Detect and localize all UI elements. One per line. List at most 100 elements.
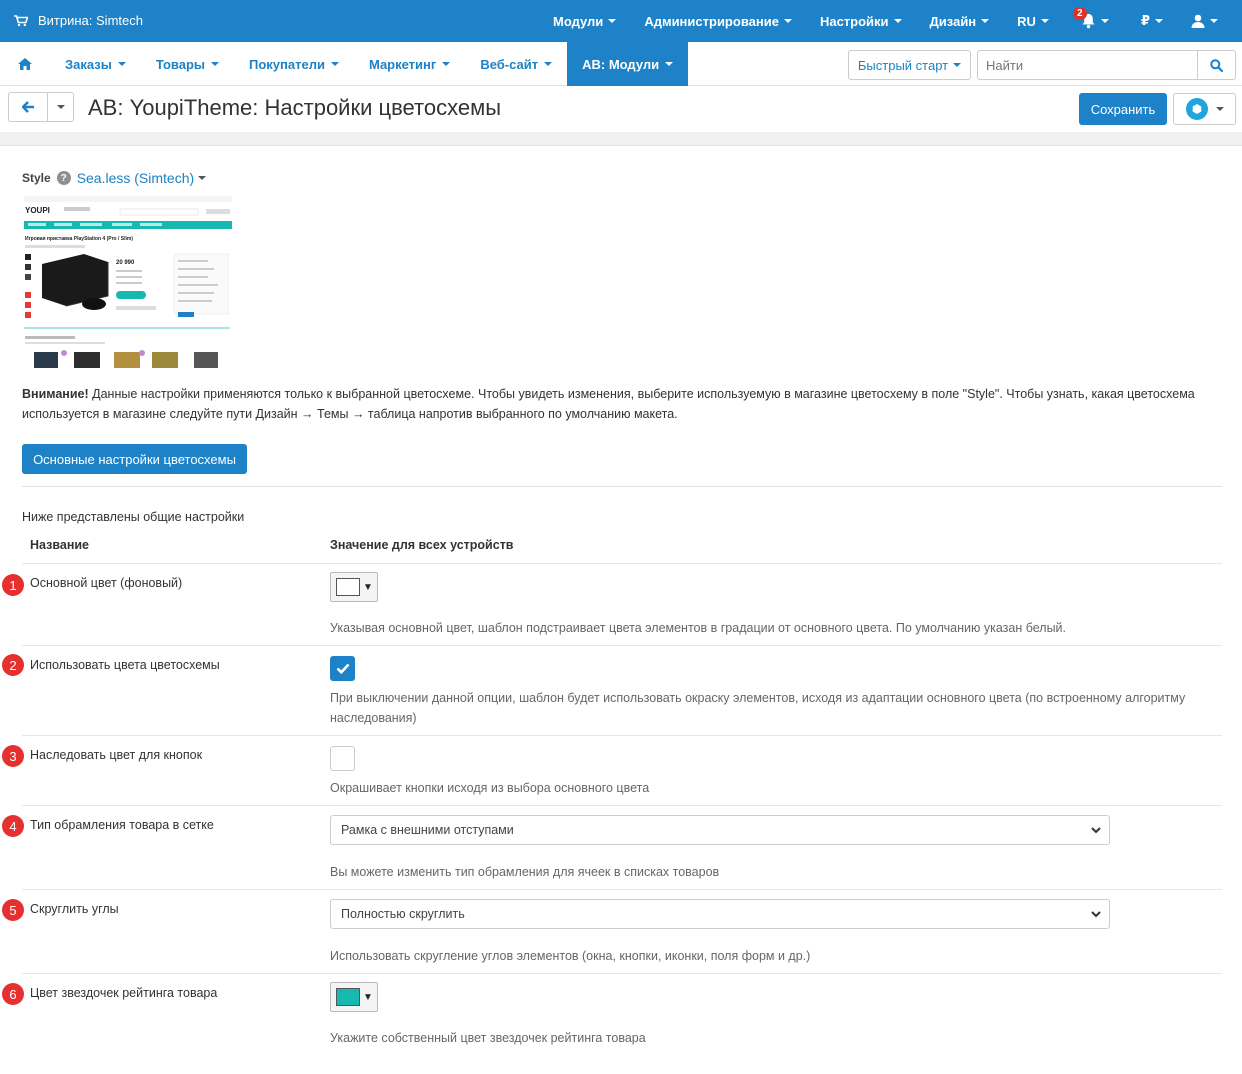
- main-color-picker[interactable]: ▼: [330, 572, 378, 602]
- page-titlebar: АВ: YoupiTheme: Настройки цветосхемы Сох…: [0, 86, 1242, 132]
- rating-star-color-picker[interactable]: ▼: [330, 982, 378, 1012]
- marker-5: 5: [2, 899, 24, 921]
- topbar-menu-design[interactable]: Дизайн: [916, 0, 1004, 42]
- chevron-down-icon: [442, 62, 451, 66]
- storefront-label: Витрина: Simtech: [38, 13, 143, 28]
- nav-orders[interactable]: Заказы: [50, 42, 141, 86]
- setting-help-inherit-button-color: Окрашивает кнопки исходя из выбора основ…: [330, 781, 650, 795]
- search-input[interactable]: [978, 51, 1199, 79]
- content-divider: [0, 132, 1242, 146]
- row-divider: [22, 889, 1222, 890]
- search-button[interactable]: [1197, 51, 1235, 79]
- nav-label: АВ: Модули: [582, 56, 660, 72]
- chevron-down-icon: [893, 19, 902, 23]
- currency-selector[interactable]: ₽: [1127, 0, 1177, 42]
- help-icon[interactable]: ?: [56, 171, 71, 185]
- preview-price: 20 990: [116, 260, 135, 266]
- back-dropdown-button[interactable]: [47, 92, 74, 122]
- inherit-button-color-checkbox[interactable]: [330, 746, 355, 771]
- settings-intro: Ниже представлены общие настройки: [22, 510, 245, 524]
- row-divider: [22, 973, 1222, 974]
- home-icon: [18, 58, 32, 70]
- nav-customers[interactable]: Покупатели: [234, 42, 354, 86]
- setting-help-round-corners: Использовать скругление углов элементов …: [330, 949, 811, 963]
- chevron-down-icon: [544, 62, 553, 66]
- chevron-down-icon: [981, 19, 990, 23]
- topbar-menu-label: Дизайн: [929, 13, 977, 29]
- chevron-down-icon: [198, 176, 207, 180]
- setting-label-grid-frame-type: Тип обрамления товара в сетке: [30, 818, 214, 832]
- setting-help-main-color: Указывая основной цвет, шаблон подстраив…: [330, 621, 1067, 635]
- addon-logo-icon: [1185, 98, 1208, 120]
- row-divider: [22, 735, 1222, 736]
- round-corners-select[interactable]: Полностью скруглить: [330, 899, 1110, 929]
- storefront-link[interactable]: Витрина: Simtech: [14, 13, 143, 28]
- addon-menu-button[interactable]: [1173, 93, 1236, 125]
- nav-products[interactable]: Товары: [141, 42, 234, 86]
- grid-frame-type-value: Рамка с внешними отступами: [341, 823, 514, 837]
- round-corners-value: Полностью скруглить: [341, 907, 465, 921]
- preview-product-title: Игровая приставка PlayStation 4 (Pro / S…: [25, 236, 133, 242]
- warning-text: Данные настройки применяются только к вы…: [22, 387, 1195, 421]
- warning-bold: Внимание!: [22, 387, 89, 401]
- topbar-menu-administration[interactable]: Администрирование: [630, 0, 806, 42]
- search-box: [977, 50, 1236, 80]
- topbar-menu-settings[interactable]: Настройки: [806, 0, 916, 42]
- chevron-down-icon: [783, 19, 792, 23]
- quick-start-button[interactable]: Быстрый старт: [848, 50, 971, 80]
- nav-ab-modules[interactable]: АВ: Модули: [567, 42, 689, 86]
- user-menu[interactable]: [1177, 0, 1242, 42]
- checkmark-icon: [336, 663, 349, 674]
- caret-down-icon: ▼: [363, 581, 373, 593]
- row-divider: [22, 563, 1222, 564]
- setting-label-main-color: Основной цвет (фоновый): [30, 576, 183, 590]
- nav-label: Маркетинг: [368, 56, 437, 72]
- admin-topbar: Витрина: Simtech Модули Администрировани…: [0, 0, 1242, 42]
- main-color-settings-button[interactable]: Основные настройки цветосхемы: [22, 444, 247, 474]
- nav-website[interactable]: Веб-сайт: [465, 42, 567, 86]
- grid-frame-type-select[interactable]: Рамка с внешними отступами: [330, 815, 1110, 845]
- row-divider: [22, 805, 1222, 806]
- language-label: RU: [1017, 13, 1036, 29]
- chevron-down-icon: [1155, 19, 1163, 23]
- use-scheme-colors-checkbox[interactable]: [330, 656, 355, 681]
- nav-home[interactable]: [0, 42, 50, 86]
- chevron-down-icon: [665, 62, 674, 66]
- chevron-down-icon: [1040, 19, 1049, 23]
- nav-marketing[interactable]: Маркетинг: [354, 42, 465, 86]
- column-header-value: Значение для всех устройств: [330, 538, 514, 552]
- nav-label: Веб-сайт: [480, 56, 539, 72]
- chevron-down-icon: [117, 62, 126, 66]
- rating-star-color-swatch: [336, 988, 360, 1006]
- chevron-down-icon: [1210, 19, 1218, 23]
- chevron-down-icon: [608, 19, 617, 23]
- topbar-menu-modules[interactable]: Модули: [539, 0, 630, 42]
- notifications-button[interactable]: 2: [1063, 0, 1127, 42]
- search-icon: [1210, 58, 1223, 72]
- caret-down-icon: ▼: [363, 991, 373, 1003]
- topbar-menu-label: Модули: [552, 13, 604, 29]
- chevron-down-icon: [953, 63, 962, 67]
- topbar-menu: Модули Администрирование Настройки Дизай…: [539, 0, 1242, 42]
- marker-2: 2: [2, 654, 24, 676]
- topbar-menu-label: Настройки: [819, 13, 889, 29]
- setting-help-use-scheme-colors: При выключении данной опции, шаблон буде…: [330, 691, 1186, 725]
- style-dropdown[interactable]: Sea.less (Simtech): [77, 170, 207, 186]
- main-color-swatch: [336, 578, 360, 596]
- back-button[interactable]: [8, 92, 48, 122]
- nav-label: Покупатели: [249, 56, 325, 72]
- divider: [22, 486, 1222, 487]
- style-preview-image: YOUPI Игровая приставка PlayStation 4 (P…: [24, 196, 232, 368]
- save-button[interactable]: Сохранить: [1079, 93, 1167, 125]
- chevron-down-icon: [1215, 107, 1224, 111]
- column-header-name: Название: [30, 538, 90, 552]
- notifications-badge: 2: [1072, 7, 1087, 20]
- language-selector[interactable]: RU: [1003, 0, 1063, 42]
- currency-label: ₽: [1140, 13, 1150, 28]
- chevron-down-icon: [1091, 911, 1101, 918]
- setting-help-rating-star-color: Укажите собственный цвет звездочек рейти…: [330, 1031, 646, 1045]
- marker-4: 4: [2, 815, 24, 837]
- preview-logo: YOUPI: [25, 206, 50, 215]
- chevron-down-icon: [330, 62, 339, 66]
- main-navbar: Заказы Товары Покупатели Маркетинг Веб-с…: [0, 42, 1242, 86]
